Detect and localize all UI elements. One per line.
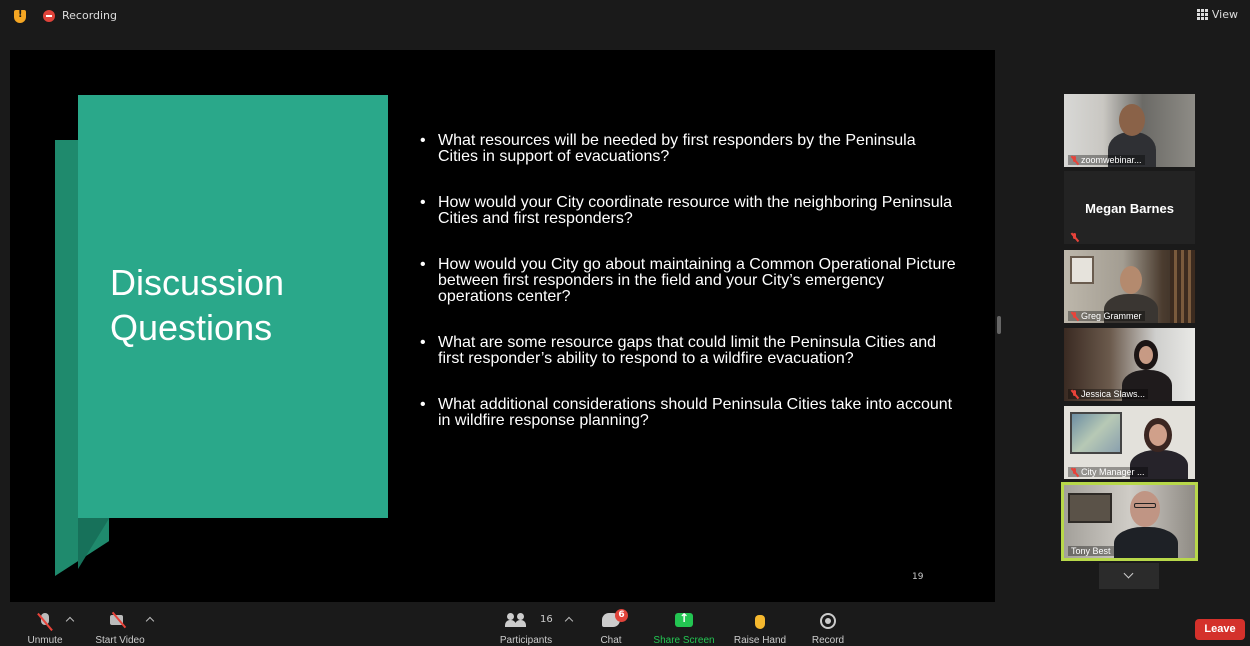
recording-label: Recording (62, 9, 118, 22)
participants-count: 16 (540, 614, 553, 625)
view-label: View (1211, 8, 1238, 21)
share-screen-label: Share Screen (653, 635, 715, 646)
recording-icon (43, 10, 55, 22)
shared-screen-slide: Discussion Questions What resources will… (10, 50, 995, 602)
participant-name-label (1068, 233, 1081, 242)
participants-button[interactable]: Participants (495, 604, 557, 646)
unmute-label: Unmute (27, 635, 63, 646)
participant-tile[interactable]: Megan Barnes (1064, 171, 1195, 244)
participants-options-chevron-icon[interactable] (564, 616, 574, 626)
participant-tile[interactable]: Greg Grammer (1064, 250, 1195, 323)
start-video-label: Start Video (95, 635, 145, 646)
slide-page-number: 19 (912, 572, 924, 582)
security-shield-icon[interactable] (14, 9, 26, 23)
grid-view-icon (1196, 9, 1208, 20)
question-item: What are some resource gaps that could l… (420, 335, 960, 367)
muted-mic-icon (1071, 389, 1078, 399)
question-item: How would your City coordinate resource … (420, 195, 960, 227)
participant-name-label: Jessica Slaws... (1068, 389, 1149, 399)
chat-unread-badge: 6 (615, 609, 628, 622)
record-button[interactable]: Record (808, 604, 848, 646)
meeting-toolbar: Unmute Start Video Participants 16 Chat … (0, 604, 1250, 646)
question-item: What additional considerations should Pe… (420, 397, 960, 429)
scroll-participants-down-button[interactable] (1099, 563, 1159, 589)
discussion-questions-list: What resources will be needed by first r… (420, 133, 960, 459)
participants-icon (505, 613, 529, 627)
muted-mic-icon (1071, 155, 1078, 165)
raise-hand-label: Raise Hand (733, 635, 787, 646)
participant-tile[interactable]: City Manager ... (1064, 406, 1195, 479)
slide-title-line-1: Discussion (110, 262, 285, 303)
record-icon (820, 613, 836, 629)
question-item: How would you City go about maintaining … (420, 257, 960, 305)
slide-title-panel: Discussion Questions (78, 95, 388, 518)
unmute-button[interactable]: Unmute (20, 604, 70, 646)
panel-resize-handle[interactable] (997, 316, 1001, 334)
record-label: Record (811, 635, 845, 646)
question-item: What resources will be needed by first r… (420, 133, 960, 165)
share-screen-button[interactable]: Share Screen (652, 604, 716, 646)
chat-label: Chat (600, 635, 622, 646)
participants-label: Participants (499, 635, 553, 646)
raise-hand-icon (753, 613, 767, 631)
participant-name-label: zoomwebinar... (1068, 155, 1145, 165)
start-video-button[interactable]: Start Video (90, 604, 150, 646)
participant-name-display: Megan Barnes (1085, 201, 1174, 216)
muted-mic-icon (1071, 311, 1078, 321)
leave-meeting-button[interactable]: Leave (1195, 619, 1245, 640)
video-off-icon (110, 613, 130, 627)
participant-tile[interactable]: Jessica Slaws... (1064, 328, 1195, 401)
raise-hand-button[interactable]: Raise Hand (732, 604, 788, 646)
muted-mic-icon (1071, 233, 1078, 242)
meeting-top-bar: Recording View (0, 0, 1250, 34)
slide-title: Discussion Questions (110, 260, 284, 350)
active-speaker-tile[interactable]: Tony Best (1061, 482, 1198, 561)
share-screen-icon (675, 611, 693, 627)
participant-name-label: Greg Grammer (1068, 311, 1145, 321)
muted-mic-icon (1071, 467, 1078, 477)
muted-microphone-icon (38, 613, 52, 631)
participant-name-label: Tony Best (1068, 546, 1114, 556)
participant-name-label: City Manager ... (1068, 467, 1148, 477)
participant-tile[interactable]: zoomwebinar... (1064, 94, 1195, 167)
slide-title-line-2: Questions (110, 307, 273, 348)
view-button[interactable]: View (1196, 8, 1238, 21)
